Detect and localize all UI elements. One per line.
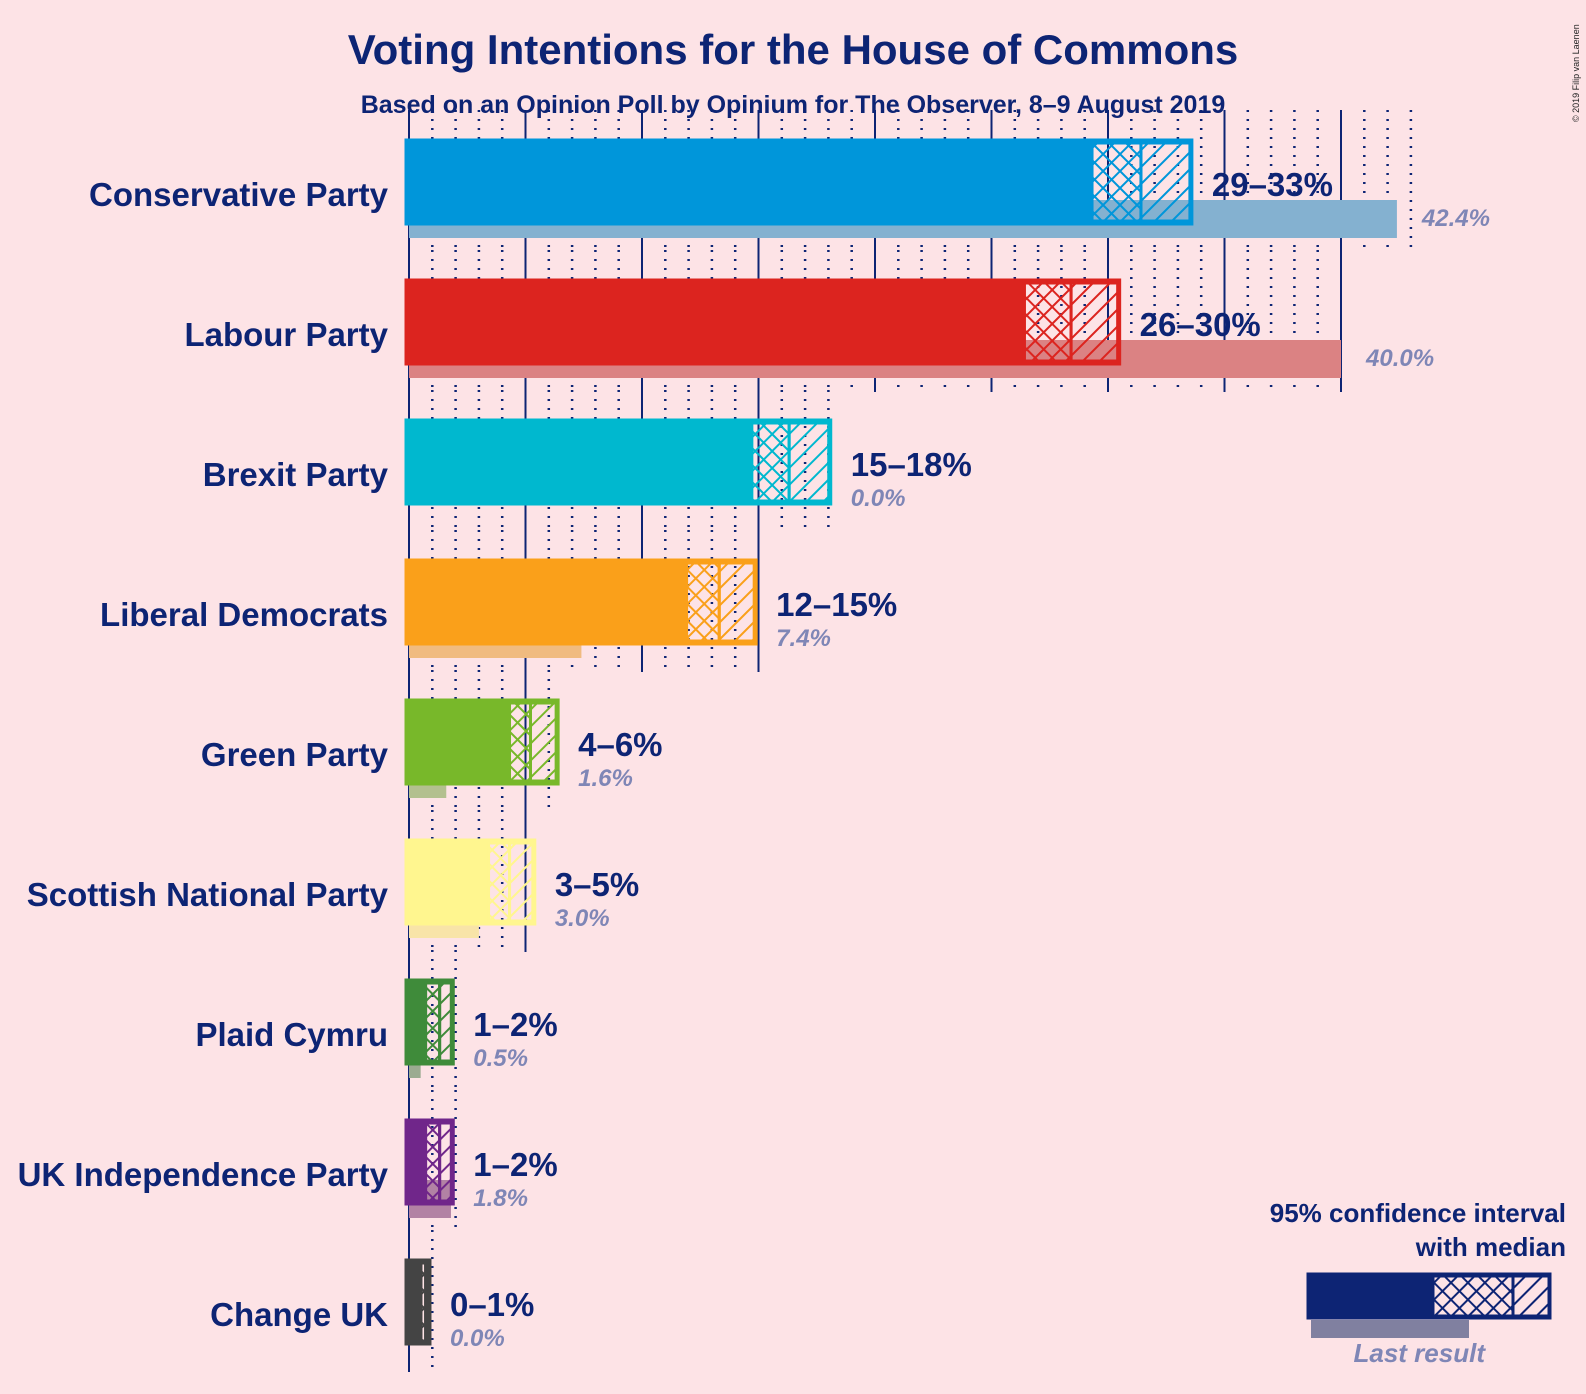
ci-lower-hatch xyxy=(1022,281,1073,363)
last-result-label: 1.8% xyxy=(473,1185,528,1212)
last-result-label: 0.5% xyxy=(473,1045,528,1072)
last-result-label: 3.0% xyxy=(555,905,610,932)
party-name-label: Plaid Cymru xyxy=(195,1016,388,1053)
ci-solid-bar xyxy=(406,980,426,1064)
party-row: Green Party 4–6%1.6% xyxy=(201,698,663,798)
legend-lower-hatch xyxy=(1431,1274,1515,1318)
ci-solid-bar xyxy=(406,280,1025,364)
legend-swatch xyxy=(1306,1272,1552,1338)
party-row: Scottish National Party 3–5%3.0% xyxy=(27,838,639,938)
party-row: Conservative Party 29–33% 42.4% xyxy=(89,138,1490,238)
legend-ci-line2: with median xyxy=(1415,1232,1566,1262)
ci-solid-bar xyxy=(406,140,1093,224)
legend-last-result: Last result xyxy=(1354,1338,1487,1368)
legend: 95% confidence interval with median Last… xyxy=(1270,1198,1566,1368)
range-label: 0–1% xyxy=(450,1286,534,1323)
party-name-label: Change UK xyxy=(210,1296,388,1333)
party-row: Change UK 0–1%0.0% xyxy=(210,1258,534,1352)
ci-lower-hatch xyxy=(424,1121,442,1203)
bars: Conservative Party 29–33% 42.4% Labour Part… xyxy=(18,138,1490,1352)
party-name-label: Liberal Democrats xyxy=(100,596,388,633)
voting-intentions-chart: Voting Intentions for the House of Commo… xyxy=(18,24,1581,1372)
range-label: 3–5% xyxy=(555,866,639,903)
range-label: 12–15% xyxy=(776,586,897,623)
ci-solid-bar xyxy=(406,560,687,644)
chart-subtitle: Based on an Opinion Poll by Opinium for … xyxy=(361,91,1226,119)
ci-solid-bar xyxy=(406,420,752,504)
party-name-label: Labour Party xyxy=(184,316,388,353)
range-label: 15–18% xyxy=(851,446,972,483)
party-name-label: Conservative Party xyxy=(89,176,389,213)
ci-upper-hatch xyxy=(1069,281,1120,363)
ci-upper-hatch xyxy=(529,701,558,783)
party-name-label: Green Party xyxy=(201,736,389,773)
ci-lower-hatch xyxy=(1090,141,1143,223)
party-row: Brexit Party 15–18%0.0% xyxy=(203,418,972,512)
last-result-label: 40.0% xyxy=(1365,345,1434,372)
last-result-label: 7.4% xyxy=(776,625,831,652)
ci-lower-hatch xyxy=(487,841,512,923)
party-row: Liberal Democrats 12–15%7.4% xyxy=(100,558,897,658)
range-label: 1–2% xyxy=(473,1146,557,1183)
legend-last-result-bar xyxy=(1311,1320,1469,1338)
ci-upper-hatch xyxy=(424,1261,430,1343)
range-label: 29–33% xyxy=(1212,166,1333,203)
ci-upper-hatch xyxy=(787,421,831,503)
party-name-label: Brexit Party xyxy=(203,456,389,493)
range-label: 26–30% xyxy=(1140,306,1261,343)
range-label: 4–6% xyxy=(578,726,662,763)
ci-upper-hatch xyxy=(508,841,535,923)
range-label: 1–2% xyxy=(473,1006,557,1043)
ci-upper-hatch xyxy=(1139,141,1192,223)
ci-lower-hatch xyxy=(424,981,442,1063)
last-result-label: 0.0% xyxy=(851,485,906,512)
last-result-label: 42.4% xyxy=(1421,205,1490,232)
ci-upper-hatch xyxy=(438,1121,453,1203)
ci-solid-bar xyxy=(406,1120,426,1204)
chart-title: Voting Intentions for the House of Commo… xyxy=(348,26,1239,73)
legend-solid-bar xyxy=(1308,1274,1433,1318)
last-result-label: 1.6% xyxy=(578,765,633,792)
party-row: Labour Party 26–30% 40.0% xyxy=(184,278,1434,378)
ci-lower-hatch xyxy=(685,561,721,643)
ci-upper-hatch xyxy=(438,981,453,1063)
ci-lower-hatch xyxy=(508,701,532,783)
legend-ci-line1: 95% confidence interval xyxy=(1270,1198,1566,1228)
legend-upper-hatch xyxy=(1511,1274,1551,1318)
ci-solid-bar xyxy=(406,840,489,924)
last-result-label: 0.0% xyxy=(450,1325,505,1352)
ci-upper-hatch xyxy=(717,561,756,643)
ci-lower-hatch xyxy=(750,421,791,503)
party-row: Plaid Cymru 1–2%0.5% xyxy=(195,978,558,1078)
party-name-label: UK Independence Party xyxy=(18,1156,389,1193)
party-row: UK Independence Party 1–2%1.8% xyxy=(18,1118,558,1218)
ci-solid-bar xyxy=(406,700,510,784)
copyright-notice: © 2019 Filip van Laenen xyxy=(1571,24,1581,122)
party-name-label: Scottish National Party xyxy=(27,876,389,913)
ci-solid-bar xyxy=(406,1260,421,1344)
